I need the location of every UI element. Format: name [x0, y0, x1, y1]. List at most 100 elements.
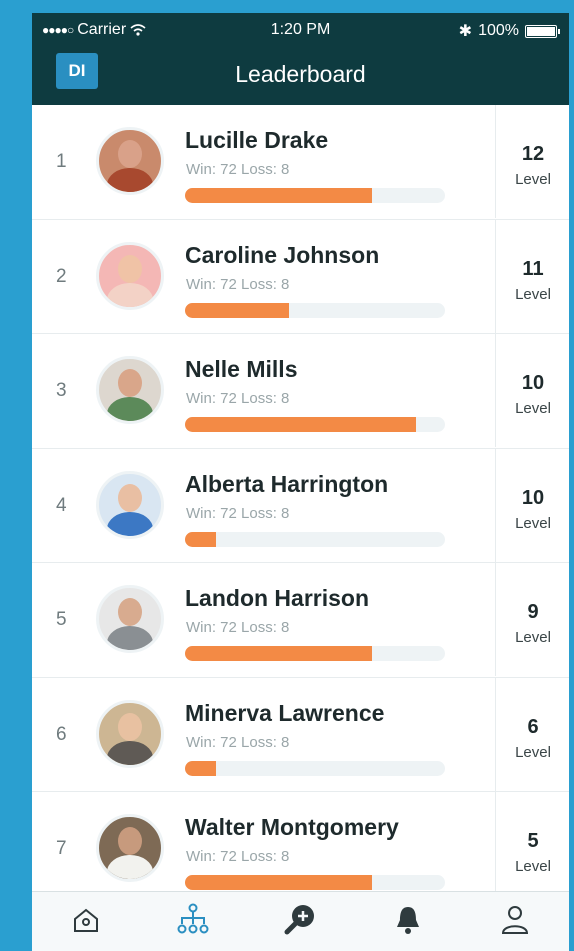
- avatar[interactable]: [96, 356, 164, 424]
- level-number: 9: [527, 601, 539, 623]
- level-number: 5: [527, 830, 539, 852]
- avatar-head: [118, 598, 142, 626]
- avatar-head: [118, 712, 142, 741]
- avatar-head: [118, 827, 142, 855]
- level-column: 10 Level: [495, 334, 569, 447]
- bottom-tab-bar: [32, 891, 569, 951]
- leaderboard-row[interactable]: 5 Landon Harrison Win: 72 Loss: 8 9 Leve…: [32, 563, 569, 678]
- tab-leaderboard-hierarchy[interactable]: [163, 897, 223, 947]
- phone-screen: ●●●●○ Carrier 1:20 PM ✱ 100% DI Leaderbo…: [32, 13, 569, 951]
- progress-track: [185, 760, 445, 776]
- avatar-body: [107, 511, 153, 536]
- win-loss-stats: Win: 72 Loss: 8: [186, 390, 290, 407]
- level-label: Level: [515, 514, 551, 532]
- battery-icon: [525, 24, 560, 38]
- level-column: 6 Level: [495, 677, 569, 791]
- level-column: 5 Level: [495, 792, 569, 905]
- rank-number: 3: [56, 380, 67, 401]
- progress-fill: [185, 417, 417, 432]
- player-name[interactable]: Lucille Drake: [185, 127, 328, 154]
- bell-icon: [393, 904, 423, 941]
- avatar[interactable]: [96, 814, 164, 882]
- avatar-head: [118, 483, 142, 512]
- avatar[interactable]: [96, 470, 164, 539]
- player-name[interactable]: Landon Harrison: [185, 585, 369, 612]
- progress-fill: [185, 302, 289, 318]
- player-name[interactable]: Minerva Lawrence: [185, 700, 384, 727]
- avatar-body: [107, 168, 153, 192]
- level-label: Level: [515, 629, 551, 646]
- level-number: 10: [521, 486, 545, 509]
- leaderboard-row[interactable]: 4 Alberta Harrington Win: 72 Loss: 8 10 …: [32, 448, 569, 563]
- rank-number: 4: [56, 494, 67, 516]
- level-label: Level: [515, 858, 551, 875]
- avatar-head: [118, 254, 142, 283]
- leaderboard-row[interactable]: 1 Lucille Drake Win: 72 Loss: 8 12 Level: [32, 105, 569, 220]
- player-name[interactable]: Walter Montgomery: [185, 814, 399, 841]
- avatar-body: [107, 626, 153, 650]
- player-name[interactable]: Caroline Johnson: [185, 242, 379, 269]
- progress-track: [185, 531, 445, 547]
- leaderboard-row[interactable]: 3 Nelle Mills Win: 72 Loss: 8 10 Level: [32, 334, 569, 449]
- progress-track: [185, 302, 445, 318]
- progress-fill: [185, 188, 373, 203]
- progress-track: [185, 417, 445, 432]
- home-icon: [71, 905, 101, 940]
- tab-search-plus[interactable]: [270, 897, 330, 947]
- rank-number: 6: [56, 723, 67, 745]
- rank-number: 1: [56, 151, 67, 172]
- level-label: Level: [515, 285, 551, 303]
- level-number: 11: [522, 257, 544, 280]
- level-label: Level: [515, 400, 551, 417]
- avatar[interactable]: [96, 241, 164, 310]
- avatar-body: [107, 397, 153, 421]
- level-column: 12 Level: [495, 105, 569, 218]
- tab-profile[interactable]: [485, 897, 545, 947]
- status-right: ✱ 100%: [458, 21, 560, 41]
- rank-number: 2: [56, 265, 67, 287]
- player-name[interactable]: Alberta Harrington: [185, 471, 388, 498]
- leaderboard-row[interactable]: 7 Walter Montgomery Win: 72 Loss: 8 5 Le…: [32, 792, 569, 907]
- player-name[interactable]: Nelle Mills: [185, 356, 297, 383]
- avatar-head: [118, 140, 142, 168]
- level-label: Level: [515, 743, 551, 761]
- level-column: 9 Level: [495, 563, 569, 676]
- status-bar: ●●●●○ Carrier 1:20 PM ✱ 100%: [32, 21, 569, 41]
- leaderboard-list: 1 Lucille Drake Win: 72 Loss: 8 12 Level…: [32, 105, 569, 907]
- avatar[interactable]: [96, 699, 164, 768]
- avatar-body: [107, 282, 153, 307]
- win-loss-stats: Win: 72 Loss: 8: [186, 161, 290, 178]
- win-loss-stats: Win: 72 Loss: 8: [186, 733, 290, 751]
- rank-number: 5: [56, 609, 67, 630]
- win-loss-stats: Win: 72 Loss: 8: [186, 504, 290, 522]
- search-plus-icon: [283, 903, 317, 942]
- battery-label: 100%: [478, 22, 519, 39]
- leaderboard-hierarchy-icon: [176, 903, 210, 942]
- level-label: Level: [515, 171, 551, 188]
- page-title: Leaderboard: [235, 61, 366, 87]
- progress-fill: [185, 646, 373, 661]
- level-column: 10 Level: [495, 448, 569, 562]
- level-number: 6: [527, 715, 539, 738]
- progress-track: [185, 188, 445, 203]
- avatar[interactable]: [96, 127, 164, 195]
- avatar-body: [107, 855, 153, 879]
- bluetooth-icon: ✱: [458, 23, 473, 40]
- win-loss-stats: Win: 72 Loss: 8: [186, 275, 290, 293]
- profile-icon: [500, 904, 530, 941]
- header-bar: ●●●●○ Carrier 1:20 PM ✱ 100% DI Leaderbo…: [32, 13, 569, 105]
- leaderboard-row[interactable]: 2 Caroline Johnson Win: 72 Loss: 8 11 Le…: [32, 219, 569, 334]
- tab-home[interactable]: [56, 897, 116, 947]
- avatar[interactable]: [96, 585, 164, 653]
- progress-fill: [185, 760, 217, 776]
- tab-bell[interactable]: [378, 897, 438, 947]
- avatar-body: [107, 740, 153, 765]
- leaderboard-row[interactable]: 6 Minerva Lawrence Win: 72 Loss: 8 6 Lev…: [32, 677, 569, 792]
- level-column: 11 Level: [495, 219, 569, 333]
- win-loss-stats: Win: 72 Loss: 8: [186, 848, 290, 865]
- rank-number: 7: [56, 838, 67, 859]
- win-loss-stats: Win: 72 Loss: 8: [186, 619, 290, 636]
- avatar-head: [118, 369, 142, 397]
- progress-track: [185, 875, 445, 890]
- level-number: 10: [521, 372, 545, 394]
